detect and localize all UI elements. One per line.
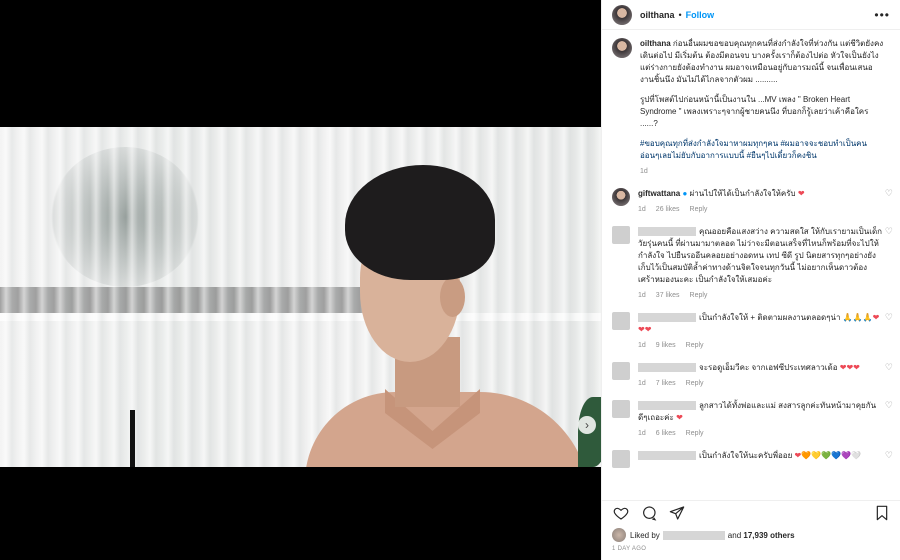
person-hair	[345, 165, 495, 280]
reply-button[interactable]: Reply	[690, 204, 708, 216]
liker-name-redacted[interactable]	[662, 530, 725, 540]
comment-likes[interactable]: 6 likes	[656, 428, 676, 440]
comment: giftwattana ● ผ่านไปให้ได้เป็นกำลังใจให้…	[602, 188, 900, 216]
comment-time: 1d	[638, 380, 646, 387]
comment-time: 1d	[638, 430, 646, 437]
person-ear	[440, 277, 465, 317]
comment-time: 1d	[638, 342, 646, 349]
avatar-redacted[interactable]	[612, 450, 630, 468]
caption-text-2: รูปที่โพสต์ไปก่อนหน้านี้เป็นงานใน ...MV …	[640, 95, 869, 128]
caption-text: ก่อนอื่นผมขอขอบคุณทุกคนที่ส่งกำลังใจที่ห…	[640, 39, 884, 84]
comments-list: oilthana ก่อนอื่นผมขอขอบคุณทุกคนที่ส่งกำ…	[602, 38, 900, 490]
next-slide-button[interactable]: ›	[578, 416, 596, 434]
reply-button[interactable]: Reply	[686, 340, 704, 352]
comment: จะรอดูเอ็มวีคะ จากเอฟซีประเทศลาวเด้อ ❤❤❤…	[602, 362, 900, 390]
likes-summary: Liked by and 17,939 others	[612, 528, 795, 542]
avatar-redacted[interactable]	[612, 362, 630, 380]
avatar-redacted[interactable]	[612, 226, 630, 244]
share-icon[interactable]	[668, 504, 686, 522]
verified-icon: ●	[682, 189, 688, 198]
comment-text: เป็นกำลังใจให้นะครับพี่ออย	[699, 451, 793, 460]
avatar-redacted[interactable]	[612, 312, 630, 330]
comment-text: จะรอดูเอ็มวีคะ จากเอฟซีประเทศลาวเด้อ	[699, 363, 838, 372]
comment-like-heart-icon[interactable]: ♡	[885, 226, 893, 237]
reply-button[interactable]: Reply	[690, 290, 708, 302]
chevron-right-icon: ›	[585, 418, 589, 432]
post-panel: oilthana • Follow ••• oilthana ก่อนอื่นผ…	[601, 0, 900, 560]
comment-likes[interactable]: 7 likes	[656, 378, 676, 390]
header-separator: •	[678, 9, 682, 20]
post-media: ›	[0, 0, 601, 560]
heart-icon[interactable]	[612, 504, 630, 522]
comment: ลูกสาวได้ทั้งพ่อและแม่ สงสารลูกค่ะทันหน้…	[602, 400, 900, 440]
post-photo[interactable]: ›	[0, 127, 601, 467]
comment: คุณออยคือแสงสว่าง ความสดใส ให้กับเรายามเ…	[602, 226, 900, 302]
comment-text: ผ่านไปให้ได้เป็นกำลังใจให้ครับ	[689, 189, 796, 198]
comment-like-heart-icon[interactable]: ♡	[885, 188, 893, 199]
likes-suffix: and	[727, 530, 742, 540]
post-modal: › oilthana • Follow ••• oilthana ก่อนอื่…	[0, 0, 900, 560]
reply-button[interactable]: Reply	[686, 378, 704, 390]
comment-text: เป็นกำลังใจให้ + ติดตามผลงานตลอดๆน่า	[699, 313, 841, 322]
comment-emoji: ❤	[797, 189, 805, 198]
comment-username-redacted[interactable]	[638, 313, 696, 323]
likes-prefix: Liked by	[630, 530, 660, 540]
comment-likes[interactable]: 26 likes	[656, 204, 680, 216]
reply-button[interactable]: Reply	[686, 428, 704, 440]
header-username[interactable]: oilthana	[640, 10, 675, 20]
likes-count[interactable]: 17,939 others	[743, 531, 794, 540]
post-header: oilthana • Follow •••	[602, 0, 900, 30]
comment-username-redacted[interactable]	[638, 401, 696, 411]
avatar[interactable]	[612, 188, 630, 206]
liker-avatar	[612, 528, 626, 542]
caption-time: 1d	[640, 168, 648, 175]
comment-emoji: ❤❤❤	[839, 363, 860, 372]
comment-emoji: ❤	[676, 413, 683, 422]
comment-like-heart-icon[interactable]: ♡	[885, 400, 893, 411]
caption: oilthana ก่อนอื่นผมขอขอบคุณทุกคนที่ส่งกำ…	[602, 38, 900, 178]
comment-like-heart-icon[interactable]: ♡	[885, 362, 893, 373]
avatar[interactable]	[612, 38, 632, 58]
comment-likes[interactable]: 9 likes	[656, 340, 676, 352]
avatar-redacted[interactable]	[612, 400, 630, 418]
comment-username-redacted[interactable]	[638, 451, 696, 461]
black-stick	[130, 410, 135, 467]
caption-username[interactable]: oilthana	[640, 39, 671, 48]
action-bar	[602, 500, 900, 524]
comment-time: 1d	[638, 206, 646, 213]
comment-time: 1d	[638, 292, 646, 299]
avatar[interactable]	[612, 4, 632, 25]
comment-emoji: ❤🧡💛💚💙💜🤍	[794, 451, 861, 460]
comment-like-heart-icon[interactable]: ♡	[885, 312, 893, 323]
comment-icon[interactable]	[640, 504, 658, 522]
comment-username-redacted[interactable]	[638, 363, 696, 373]
caption-hashtags[interactable]: #ขอบคุณทุกที่ส่งกำลังใจมาหาผมทุกๆคน #ผมอ…	[640, 138, 885, 162]
follow-button[interactable]: Follow	[686, 10, 715, 20]
post-date: 1 DAY AGO	[612, 546, 647, 552]
comment-username-redacted[interactable]	[638, 227, 696, 237]
more-icon[interactable]: •••	[874, 8, 890, 22]
comment: เป็นกำลังใจให้ + ติดตามผลงานตลอดๆน่า 🙏🙏🙏…	[602, 312, 900, 352]
comment-like-heart-icon[interactable]: ♡	[885, 450, 893, 461]
comment-likes[interactable]: 37 likes	[656, 290, 680, 302]
bookmark-icon[interactable]	[873, 504, 891, 522]
comment: เป็นกำลังใจให้นะครับพี่ออย ❤🧡💛💚💙💜🤍 ♡	[602, 450, 900, 468]
comment-username[interactable]: giftwattana	[638, 189, 680, 198]
